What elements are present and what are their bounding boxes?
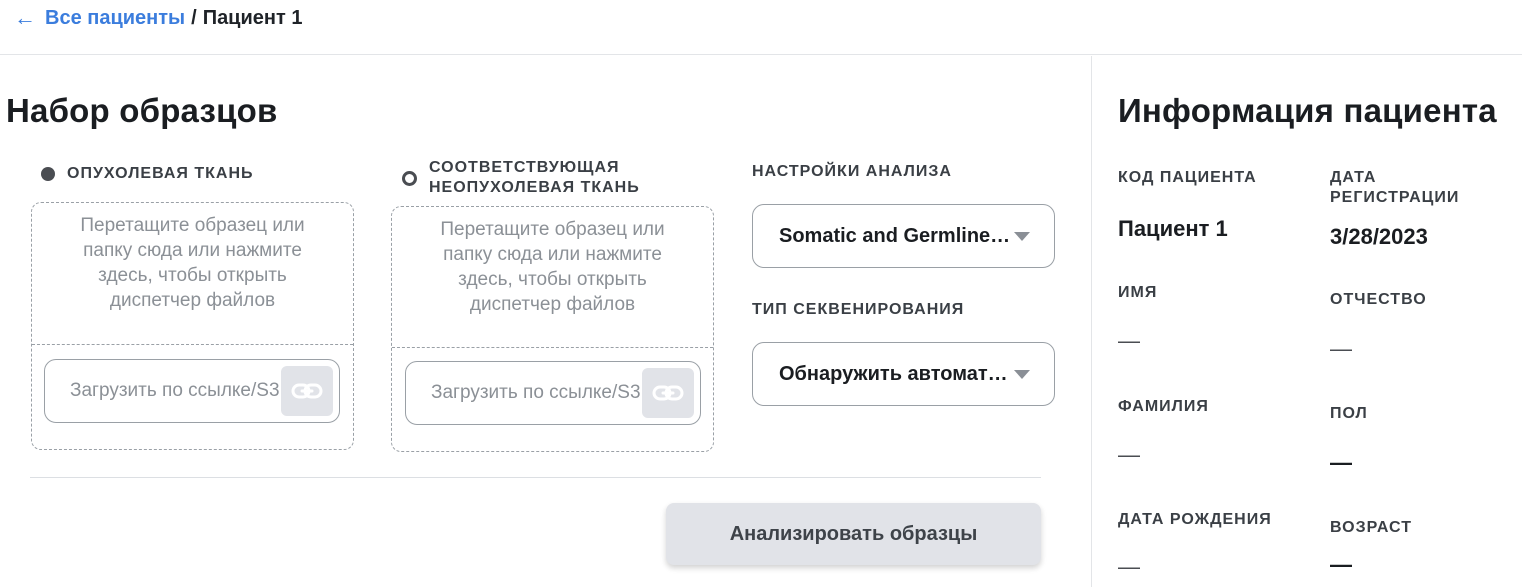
top-bar: ← Все пациенты / Пациент 1 xyxy=(0,0,1522,55)
breadcrumb: ← Все пациенты / Пациент 1 xyxy=(14,5,302,31)
tumor-url-field[interactable] xyxy=(44,359,340,423)
patient-code-value: Пациент 1 xyxy=(1118,216,1228,241)
registration-date-value: 3/28/2023 xyxy=(1330,224,1428,249)
tumor-sample-header[interactable]: ОПУХОЛЕВАЯ ТКАНЬ xyxy=(41,164,254,184)
normal-url-input[interactable] xyxy=(406,362,646,424)
age-value: — xyxy=(1330,552,1352,577)
last-name-value: — xyxy=(1118,442,1140,467)
tumor-link-button[interactable] xyxy=(281,366,333,416)
birth-date-label: ДАТА РОЖДЕНИЯ xyxy=(1118,511,1272,528)
caret-down-icon xyxy=(1014,232,1030,241)
tumor-url-input[interactable] xyxy=(45,360,285,422)
radio-empty-icon[interactable] xyxy=(402,170,417,186)
registration-date-label-line1: ДАТА xyxy=(1330,169,1377,186)
normal-sample-label-line2: НЕОПУХОЛЕВАЯ ТКАНЬ xyxy=(429,179,640,196)
normal-link-button[interactable] xyxy=(642,368,694,418)
arrow-left-icon[interactable]: ← xyxy=(14,7,36,29)
caret-down-icon xyxy=(1014,370,1030,379)
link-icon xyxy=(652,385,684,401)
normal-sample-label: СООТВЕТСТВУЮЩАЯ НЕОПУХОЛЕВАЯ ТКАНЬ xyxy=(429,158,640,198)
analyze-samples-button[interactable]: Анализировать образцы xyxy=(666,503,1041,565)
breadcrumb-all-patients-link[interactable]: Все пациенты xyxy=(45,7,185,30)
normal-sample-header[interactable]: СООТВЕТСТВУЮЩАЯ НЕОПУХОЛЕВАЯ ТКАНЬ xyxy=(402,158,640,198)
registration-date-label: ДАТА РЕГИСТРАЦИИ xyxy=(1330,168,1459,208)
birth-date-value: — xyxy=(1118,554,1140,579)
section-divider xyxy=(30,477,1041,478)
first-name-label: ИМЯ xyxy=(1118,284,1158,301)
patronymic-label: ОТЧЕСТВО xyxy=(1330,291,1427,308)
sex-label: ПОЛ xyxy=(1330,405,1368,422)
analysis-settings-label: НАСТРОЙКИ АНАЛИЗА xyxy=(752,163,952,180)
dropzone-divider xyxy=(32,344,353,345)
patient-info-panel: Информация пациента КОД ПАЦИЕНТА Пациент… xyxy=(1091,56,1522,587)
radio-filled-icon[interactable] xyxy=(41,167,55,181)
tumor-sample-label: ОПУХОЛЕВАЯ ТКАНЬ xyxy=(67,165,254,182)
registration-date-label-line2: РЕГИСТРАЦИИ xyxy=(1330,189,1460,206)
analysis-settings-select[interactable]: Somatic and Germline analysis xyxy=(752,204,1055,268)
first-name-value: — xyxy=(1118,328,1140,353)
dropzone-divider xyxy=(392,347,713,348)
breadcrumb-current: Пациент 1 xyxy=(202,6,303,29)
patient-code-label: КОД ПАЦИЕНТА xyxy=(1118,169,1257,186)
sample-set-panel: Набор образцов ОПУХОЛЕВАЯ ТКАНЬ Перетащи… xyxy=(0,56,1090,587)
sex-value: — xyxy=(1330,450,1352,475)
sample-set-title: Набор образцов xyxy=(6,92,278,129)
tumor-dropzone[interactable]: Перетащите образец или папку сюда или на… xyxy=(31,202,354,450)
sequencing-type-value: Обнаружить автоматически xyxy=(779,363,1011,385)
sequencing-type-label: ТИП СЕКВЕНИРОВАНИЯ xyxy=(752,301,965,318)
normal-dropzone-text: Перетащите образец или папку сюда или на… xyxy=(440,219,665,315)
sequencing-type-select[interactable]: Обнаружить автоматически xyxy=(752,342,1055,406)
tumor-dropzone-text: Перетащите образец или папку сюда или на… xyxy=(80,215,305,311)
normal-sample-label-line1: СООТВЕТСТВУЮЩАЯ xyxy=(429,159,620,176)
normal-dropzone[interactable]: Перетащите образец или папку сюда или на… xyxy=(391,206,714,452)
age-label: ВОЗРАСТ xyxy=(1330,519,1412,536)
analysis-settings-value: Somatic and Germline analysis xyxy=(779,225,1011,247)
normal-url-field[interactable] xyxy=(405,361,701,425)
last-name-label: ФАМИЛИЯ xyxy=(1118,398,1209,415)
patronymic-value: — xyxy=(1330,336,1352,361)
breadcrumb-separator: / xyxy=(191,6,197,29)
link-icon xyxy=(291,383,323,399)
patient-info-title: Информация пациента xyxy=(1118,92,1497,129)
